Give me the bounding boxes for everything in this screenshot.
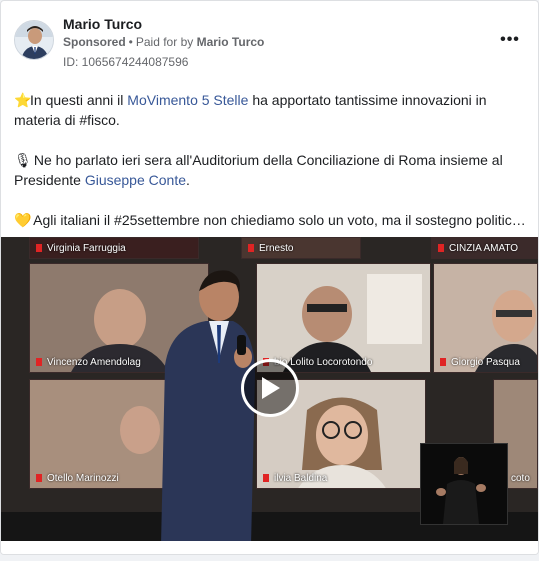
post-body: ⭐In questi anni il MoVimento 5 Stelle ha…	[14, 90, 526, 250]
participant-tile: Giorgio Pasqua	[433, 263, 538, 373]
participant-tile: CINZIA AMATO	[431, 237, 538, 259]
ad-id: ID: 1065674244087596	[63, 55, 189, 69]
post-footer	[1, 541, 538, 554]
participant-name: CINZIA AMATO	[438, 243, 518, 254]
avatar[interactable]	[14, 20, 54, 60]
sign-language-inset	[420, 443, 508, 525]
participant-name: Ernesto	[248, 243, 293, 254]
participant-name: Otello Marinozzi	[36, 473, 119, 484]
post-paragraph-1: ⭐In questi anni il MoVimento 5 Stelle ha…	[14, 90, 526, 130]
post-paragraph-2: 🎙 Ne ho parlato ieri sera all'Auditorium…	[14, 150, 526, 190]
p1-text-a: In questi anni il	[30, 92, 128, 108]
participant-name: Vincenzo Amendolag	[36, 357, 141, 368]
participant-tile: bio Lolito Locorotondo	[256, 263, 431, 373]
paid-for-name[interactable]: Mario Turco	[197, 35, 265, 49]
avatar-portrait	[15, 21, 53, 59]
link-movimento-5-stelle[interactable]: MoVimento 5 Stelle	[127, 92, 248, 108]
participant-name: Giorgio Pasqua	[440, 357, 520, 368]
yellow-heart-icon: 💛	[14, 212, 32, 228]
play-button[interactable]	[241, 359, 299, 417]
microphone-icon: 🎙	[14, 152, 32, 168]
participant-name: Virginia Farruggia	[36, 243, 126, 254]
sponsored-label: Sponsored	[63, 35, 126, 49]
star-icon: ⭐	[14, 92, 32, 108]
sponsored-meta: Sponsored • Paid for by Mario Turco	[63, 35, 264, 49]
participant-name: ilvia Baldina	[263, 473, 327, 484]
author-name[interactable]: Mario Turco	[63, 16, 142, 32]
link-giuseppe-conte[interactable]: Giuseppe Conte	[85, 172, 186, 188]
meta-separator: •	[128, 35, 133, 49]
p3-text: Agli italiani il #25settembre non chiedi…	[30, 212, 526, 228]
participant-tile: Otello Marinozzi	[29, 379, 169, 489]
p2-text-b: .	[186, 172, 190, 188]
interpreter-figure	[421, 444, 507, 524]
paid-for-prefix: Paid for by	[135, 35, 194, 49]
post-header: Mario Turco Sponsored • Paid for by Mario …	[1, 1, 538, 76]
post-paragraph-3: 💛 Agli italiani il #25settembre non chie…	[14, 210, 526, 230]
more-horizontal-icon: •••	[500, 31, 520, 48]
play-icon	[262, 377, 280, 399]
ad-post-card: Mario Turco Sponsored • Paid for by Mario …	[0, 0, 539, 555]
video-player[interactable]: Virginia Farruggia Ernesto CINZIA AMATO …	[1, 237, 538, 541]
more-options-button[interactable]: •••	[498, 31, 522, 49]
